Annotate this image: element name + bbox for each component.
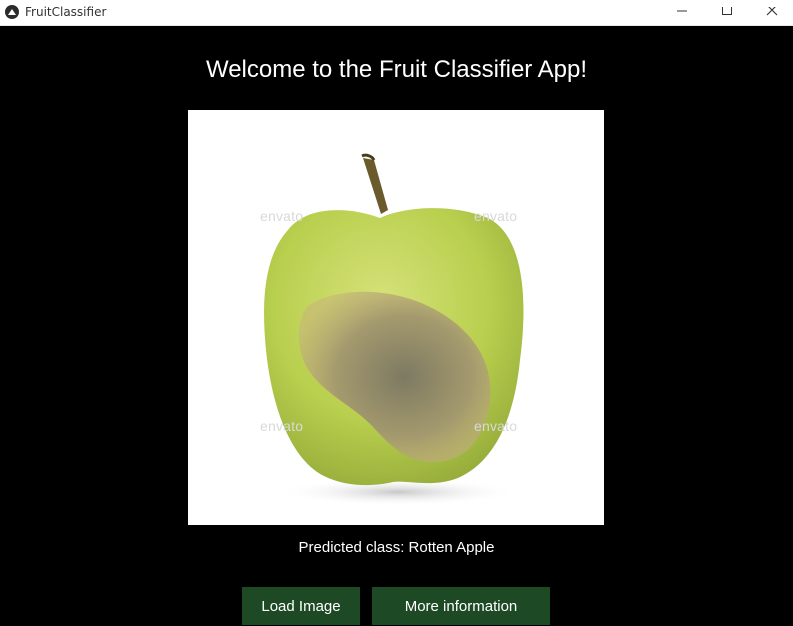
maximize-icon[interactable] xyxy=(704,0,750,26)
prediction-label: Predicted class: Rotten Apple xyxy=(298,539,495,556)
kivy-icon xyxy=(5,5,19,19)
close-icon[interactable] xyxy=(749,0,793,26)
apple-illustration xyxy=(264,153,524,506)
fruit-image: envato envato envato envato xyxy=(188,110,604,525)
watermark-text: envato xyxy=(474,208,518,224)
load-image-button[interactable]: Load Image xyxy=(242,587,360,625)
window-title: FruitClassifier xyxy=(25,5,107,19)
more-information-button[interactable]: More information xyxy=(372,587,550,625)
minimize-icon[interactable] xyxy=(659,0,705,26)
watermark-text: envato xyxy=(474,418,518,434)
watermark-text: envato xyxy=(260,418,304,434)
window-titlebar: FruitClassifier xyxy=(0,0,793,26)
watermark-text: envato xyxy=(260,208,304,224)
page-title: Welcome to the Fruit Classifier App! xyxy=(205,56,588,83)
